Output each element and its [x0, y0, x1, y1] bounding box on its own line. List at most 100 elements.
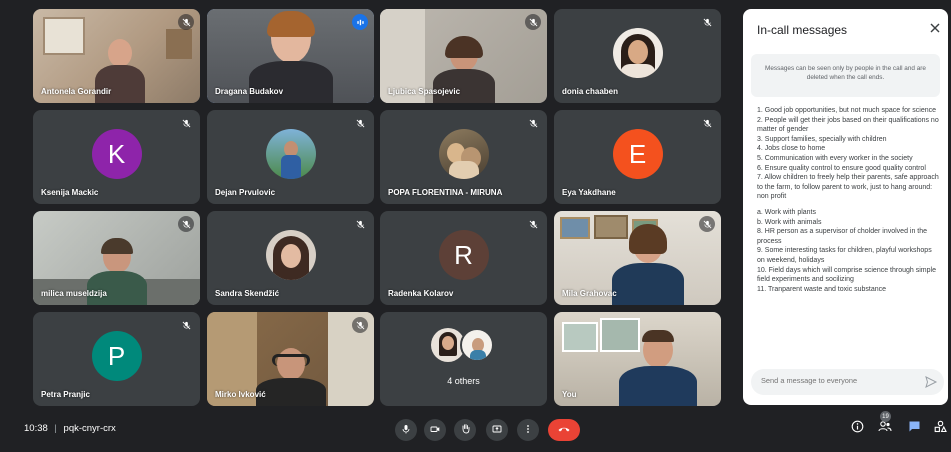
- participant-tile[interactable]: Sandra Skendžić: [207, 211, 374, 305]
- info-button[interactable]: [848, 420, 866, 438]
- separator: |: [54, 423, 57, 434]
- others-tile[interactable]: 4 others: [380, 312, 547, 406]
- more-options-button[interactable]: [517, 419, 539, 441]
- activities-button[interactable]: [931, 420, 949, 438]
- send-icon[interactable]: [924, 375, 938, 389]
- participant-tile[interactable]: Mila Grahovac: [554, 211, 721, 305]
- mic-off-icon: [178, 317, 194, 333]
- end-call-button[interactable]: [548, 419, 580, 441]
- avatar: R: [438, 230, 489, 281]
- speaking-icon: [352, 14, 368, 30]
- activities-icon: [934, 420, 947, 438]
- clock-time: 10:38: [24, 423, 48, 434]
- message-composer: [751, 369, 944, 395]
- participant-tile[interactable]: P Petra Pranjic: [33, 312, 200, 406]
- participant-name: Eya Yakdhane: [562, 188, 616, 197]
- video-feed: [554, 312, 721, 406]
- chat-button[interactable]: [905, 420, 923, 438]
- chat-message: 11. Tranparent waste and toxic substance: [757, 285, 887, 293]
- participant-name: donia chaaben: [562, 87, 619, 96]
- participant-name: Ksenija Mackic: [41, 188, 99, 197]
- chat-message: 3. Support families, specially with chil…: [757, 135, 887, 143]
- avatar: P: [91, 331, 142, 382]
- meeting-info: 10:38 | pqk-cnyr-crx: [24, 423, 116, 434]
- chat-message: 8. HR person as a supervisor of cholder …: [757, 228, 928, 245]
- mic-icon: [401, 421, 411, 439]
- participant-tile[interactable]: Dragana Budakov: [207, 9, 374, 103]
- avatar-initial: R: [454, 239, 473, 270]
- mic-off-icon: [352, 115, 368, 131]
- chat-message: a. Work with plants: [757, 208, 817, 216]
- close-icon[interactable]: [928, 21, 942, 35]
- end-call-icon: [557, 421, 571, 439]
- chat-message: 5. Communication with every worker in th…: [757, 154, 913, 162]
- participant-name: Mirko Ivković: [215, 390, 266, 399]
- people-count-badge: 19: [880, 411, 891, 422]
- participant-name: Sandra Skendžić: [215, 289, 280, 298]
- others-label: 4 others: [447, 376, 480, 386]
- avatar: E: [612, 129, 663, 180]
- avatar: [438, 129, 489, 180]
- mic-off-icon: [352, 317, 368, 333]
- participant-tile[interactable]: Ljubica Spasojevic: [380, 9, 547, 103]
- mic-off-icon: [178, 14, 194, 30]
- people-icon: [878, 420, 892, 438]
- avatar: [460, 328, 494, 362]
- participant-name: milica museldzija: [41, 289, 107, 298]
- mic-off-icon: [352, 216, 368, 232]
- chat-message: 1. Good job opportunities, but not much …: [757, 107, 936, 114]
- participant-tile[interactable]: K Ksenija Mackic: [33, 110, 200, 204]
- present-button[interactable]: [486, 419, 508, 441]
- avatar-initial: E: [628, 138, 647, 169]
- people-button[interactable]: [876, 420, 894, 438]
- avatar-initial: K: [107, 138, 126, 169]
- raise-hand-icon: [460, 421, 471, 439]
- chat-message: 4. Jobs close to home: [757, 145, 826, 153]
- mic-off-icon: [699, 14, 715, 30]
- participant-name: Antonela Gorandir: [41, 87, 112, 96]
- avatar-initial: P: [107, 340, 126, 371]
- participant-name: Dejan Prvulovic: [215, 188, 276, 197]
- more-options-icon: [523, 421, 533, 439]
- mic-off-icon: [699, 115, 715, 131]
- participant-tile[interactable]: Dejan Prvulovic: [207, 110, 374, 204]
- bottom-bar: 10:38 | pqk-cnyr-crx: [0, 408, 951, 452]
- participant-name: Ljubica Spasojevic: [388, 87, 461, 96]
- meeting-code: pqk-cnyr-crx: [63, 423, 116, 434]
- chat-message: 9. Some interesting tasks for children, …: [757, 247, 932, 264]
- raise-hand-button[interactable]: [454, 419, 476, 441]
- mic-off-icon: [699, 216, 715, 232]
- avatar: [612, 28, 663, 79]
- chat-message: b. Work with animals: [757, 218, 822, 226]
- mic-off-icon: [525, 115, 541, 131]
- mic-off-icon: [178, 115, 194, 131]
- mic-button[interactable]: [395, 419, 417, 441]
- participant-tile[interactable]: Antonela Gorandir: [33, 9, 200, 103]
- avatar: [265, 230, 316, 281]
- participant-tile[interactable]: POPA FLORENTINA - MIRUNA: [380, 110, 547, 204]
- mic-off-icon: [525, 216, 541, 232]
- participant-tile[interactable]: R Radenka Kolarov: [380, 211, 547, 305]
- info-icon: [851, 420, 864, 438]
- camera-button[interactable]: [424, 419, 446, 441]
- message-input[interactable]: [761, 376, 921, 385]
- avatar: K: [91, 129, 142, 180]
- camera-icon: [430, 421, 440, 439]
- participant-name: Mila Grahovac: [562, 289, 617, 298]
- participant-tile[interactable]: E Eya Yakdhane: [554, 110, 721, 204]
- chat-icon: [908, 420, 921, 438]
- chat-panel: In-call messages Messages can be seen on…: [743, 9, 948, 405]
- chat-message: 2. People will get their jobs based on t…: [757, 116, 939, 134]
- participant-name: You: [562, 390, 577, 399]
- participant-name: Radenka Kolarov: [388, 289, 454, 298]
- chat-message: 7. Allow children to freely help their p…: [757, 174, 939, 201]
- participant-name: POPA FLORENTINA - MIRUNA: [388, 188, 503, 197]
- participant-tile[interactable]: donia chaaben: [554, 9, 721, 103]
- participant-grid: Antonela Gorandir Dragana Budakov Ljubic…: [0, 0, 740, 408]
- mic-off-icon: [178, 216, 194, 232]
- chat-panel-title: In-call messages: [757, 23, 848, 37]
- mic-off-icon: [525, 14, 541, 30]
- participant-tile[interactable]: Mirko Ivković: [207, 312, 374, 406]
- self-tile[interactable]: You: [554, 312, 721, 406]
- participant-tile[interactable]: milica museldzija: [33, 211, 200, 305]
